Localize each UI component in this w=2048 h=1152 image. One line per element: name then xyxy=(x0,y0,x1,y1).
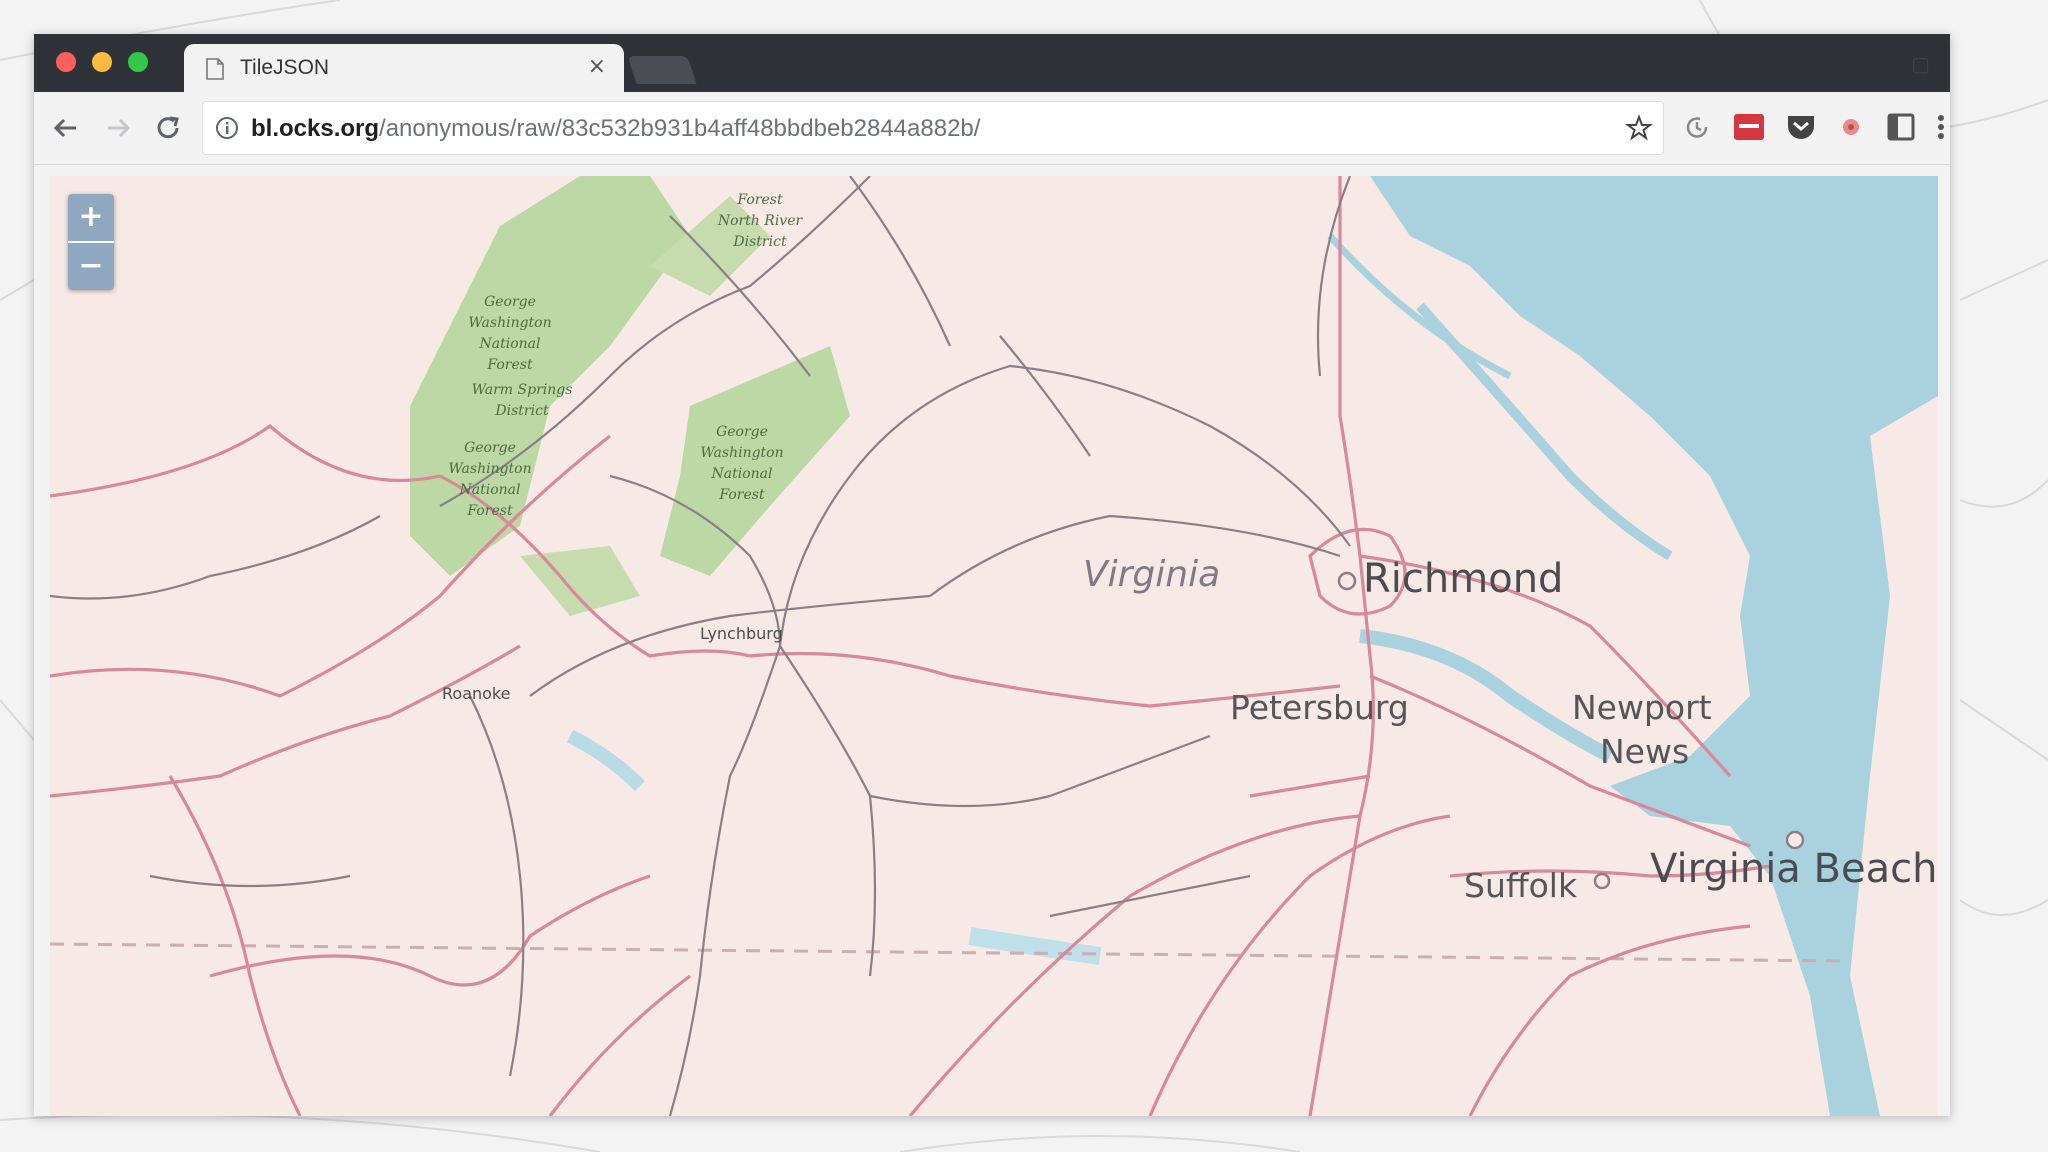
city-label-roanoke: Roanoke xyxy=(442,684,511,703)
browser-toolbar: bl.ocks.org/anonymous/raw/83c532b931b4af… xyxy=(34,92,1950,165)
tab-title: TileJSON xyxy=(240,56,330,79)
forest-label-line: National xyxy=(459,482,521,498)
history-extension-icon[interactable] xyxy=(1680,110,1714,144)
zoom-in-button[interactable]: + xyxy=(68,194,114,241)
city-label-suffolk: Suffolk xyxy=(1464,866,1578,905)
url-path: /anonymous/raw/83c532b931b4aff48bbdbeb28… xyxy=(379,115,981,142)
minimize-window-button[interactable] xyxy=(92,52,112,72)
forest-label-line: District xyxy=(495,403,549,419)
forest-label-line: Washington xyxy=(468,315,552,331)
forest-label-line: Warm Springs xyxy=(471,382,573,398)
back-arrow-icon[interactable] xyxy=(50,112,82,144)
forest-label-jefferson: George Washington National Forest xyxy=(682,422,802,506)
state-label: Virginia xyxy=(1083,554,1221,595)
forest-label-gw-south: George Washington National Forest xyxy=(430,438,550,522)
maximize-window-button[interactable] xyxy=(128,52,148,72)
pocket-extension-icon[interactable] xyxy=(1784,110,1818,144)
forward-arrow-icon[interactable] xyxy=(102,112,134,144)
window-extension-icon[interactable] xyxy=(1884,110,1918,144)
forest-label-line: George xyxy=(484,294,536,310)
forest-label-gw-north: George Washington National Forest xyxy=(450,292,570,376)
forest-label-line: North River xyxy=(717,213,803,229)
city-label-newport: Newport xyxy=(1572,688,1712,727)
forest-label-line: Washington xyxy=(700,445,784,461)
forest-label-line: National xyxy=(711,466,773,482)
new-tab-button[interactable] xyxy=(627,56,697,84)
richmond-marker xyxy=(1337,571,1357,591)
forest-label-north-river: Forest North River District xyxy=(700,190,820,253)
forest-label-line: George xyxy=(464,440,516,456)
city-label-richmond: Richmond xyxy=(1363,556,1564,602)
forest-label-line: District xyxy=(733,234,787,250)
reload-icon[interactable] xyxy=(152,112,184,144)
zoom-out-button[interactable]: − xyxy=(68,241,114,290)
tab-tilejson[interactable]: TileJSON × xyxy=(184,44,624,92)
url-text[interactable]: bl.ocks.org/anonymous/raw/83c532b931b4af… xyxy=(251,115,980,143)
tab-strip: TileJSON × ▢ xyxy=(34,34,1950,92)
close-tab-icon[interactable]: × xyxy=(588,54,606,79)
suffolk-marker xyxy=(1593,872,1611,890)
city-label-virginia-beach: Virginia Beach xyxy=(1650,846,1938,892)
menu-kebab-icon[interactable] xyxy=(1934,110,1948,144)
browser-window: TileJSON × ▢ bl.ocks.org/anonymous/raw/8… xyxy=(34,34,1950,1116)
red-extension-icon[interactable] xyxy=(1732,110,1766,144)
forest-label-line: Forest xyxy=(467,503,513,519)
info-icon[interactable] xyxy=(215,116,239,140)
url-host: bl.ocks.org xyxy=(251,115,380,142)
forest-label-line: National xyxy=(479,336,541,352)
profile-chip[interactable]: ▢ xyxy=(1911,52,1930,77)
map-viewport[interactable]: + − Virginia Richmond Petersburg Newport… xyxy=(50,176,1938,1116)
city-label-petersburg: Petersburg xyxy=(1230,688,1409,727)
close-window-button[interactable] xyxy=(56,52,76,72)
city-label-lynchburg: Lynchburg xyxy=(700,624,783,643)
flower-extension-icon[interactable] xyxy=(1834,110,1868,144)
forest-label-line: Washington xyxy=(448,461,532,477)
forest-label-warm-springs: Warm Springs District xyxy=(462,380,582,422)
zoom-control: + − xyxy=(68,194,114,290)
bookmark-star-icon[interactable] xyxy=(1625,114,1653,142)
page-icon xyxy=(206,58,224,80)
city-label-news: News xyxy=(1600,732,1690,771)
map-tiles[interactable] xyxy=(50,176,1938,1116)
forest-label-line: Forest xyxy=(487,357,533,373)
forest-label-line: George xyxy=(716,424,768,440)
forest-label-line: Forest xyxy=(737,192,783,208)
forest-label-line: Forest xyxy=(719,487,765,503)
address-bar[interactable]: bl.ocks.org/anonymous/raw/83c532b931b4af… xyxy=(202,101,1664,155)
